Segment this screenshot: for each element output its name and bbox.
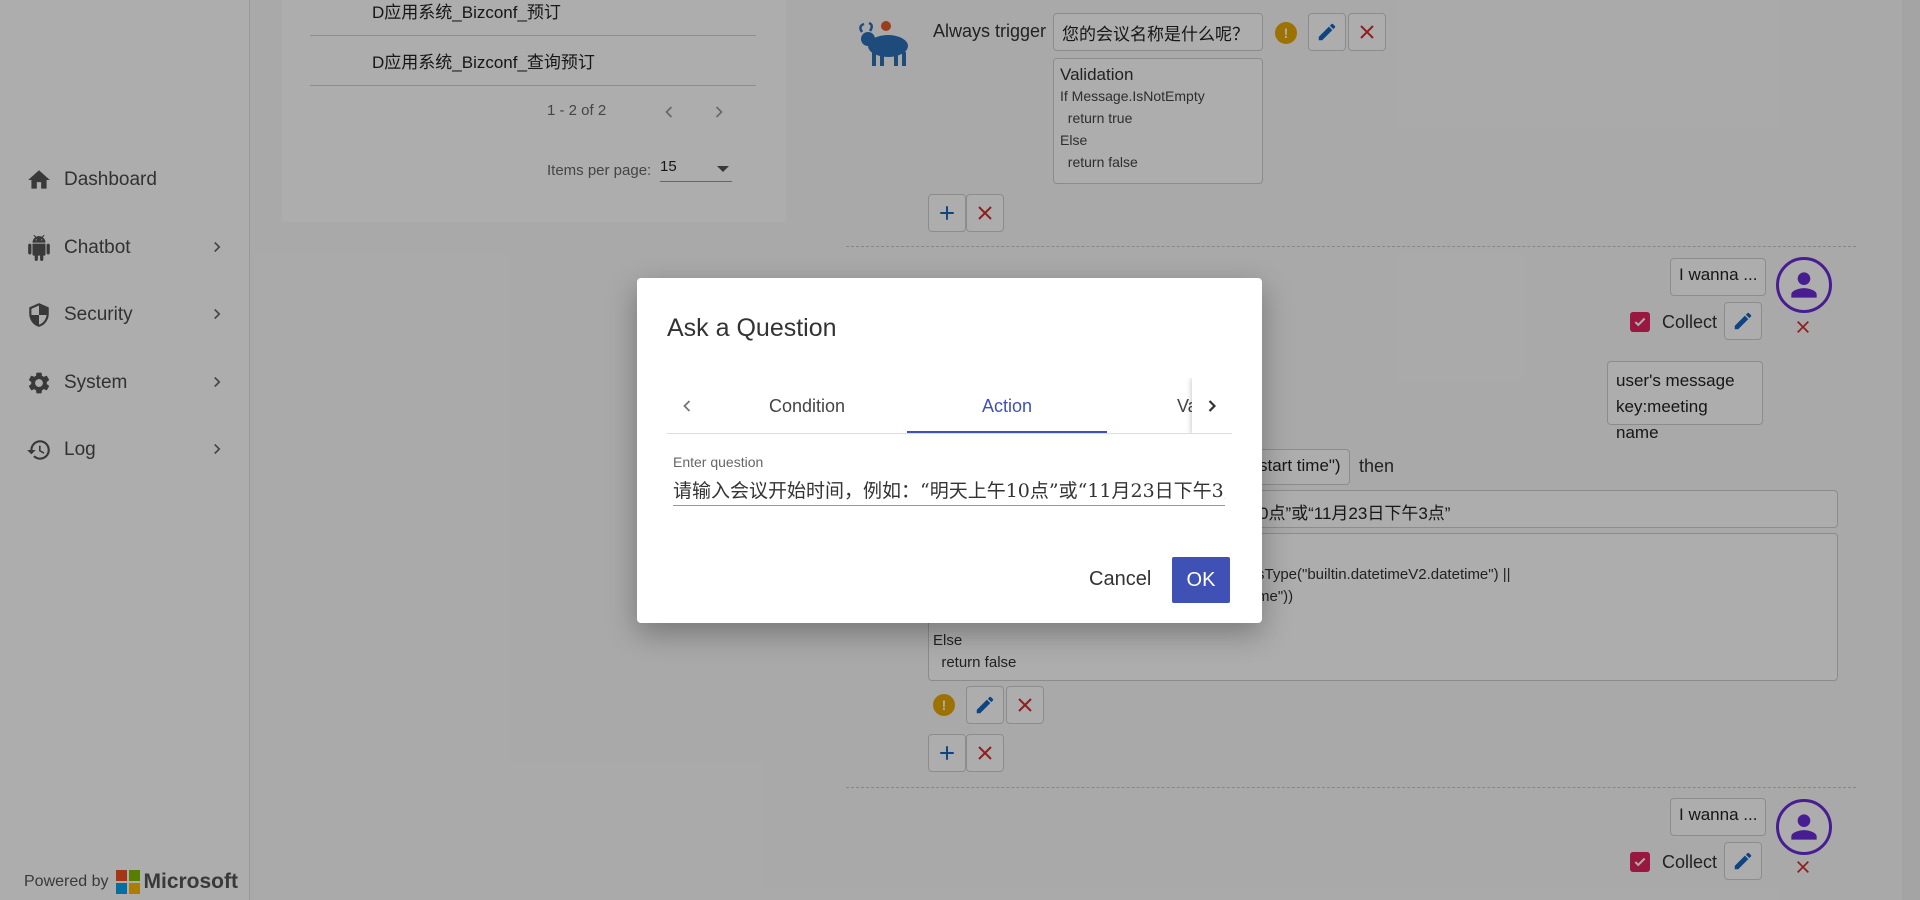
ok-button[interactable]: OK <box>1172 557 1230 603</box>
cancel-button[interactable]: Cancel <box>1089 568 1151 591</box>
ask-question-dialog: Ask a Question Condition Action Val Ente… <box>637 278 1262 623</box>
question-input[interactable] <box>673 474 1225 506</box>
tab-condition[interactable]: Condition <box>707 378 907 433</box>
chevron-right-icon <box>1208 400 1217 412</box>
tab-scroll-left-button[interactable] <box>667 378 707 433</box>
tab-action[interactable]: Action <box>907 378 1107 433</box>
chevron-left-icon <box>683 400 691 412</box>
tab-scroll-right-button[interactable] <box>1192 378 1232 433</box>
active-tab-indicator <box>907 431 1107 433</box>
dialog-tabs: Condition Action Val <box>667 378 1232 434</box>
question-field-label: Enter question <box>673 454 764 470</box>
dialog-title: Ask a Question <box>667 314 837 342</box>
